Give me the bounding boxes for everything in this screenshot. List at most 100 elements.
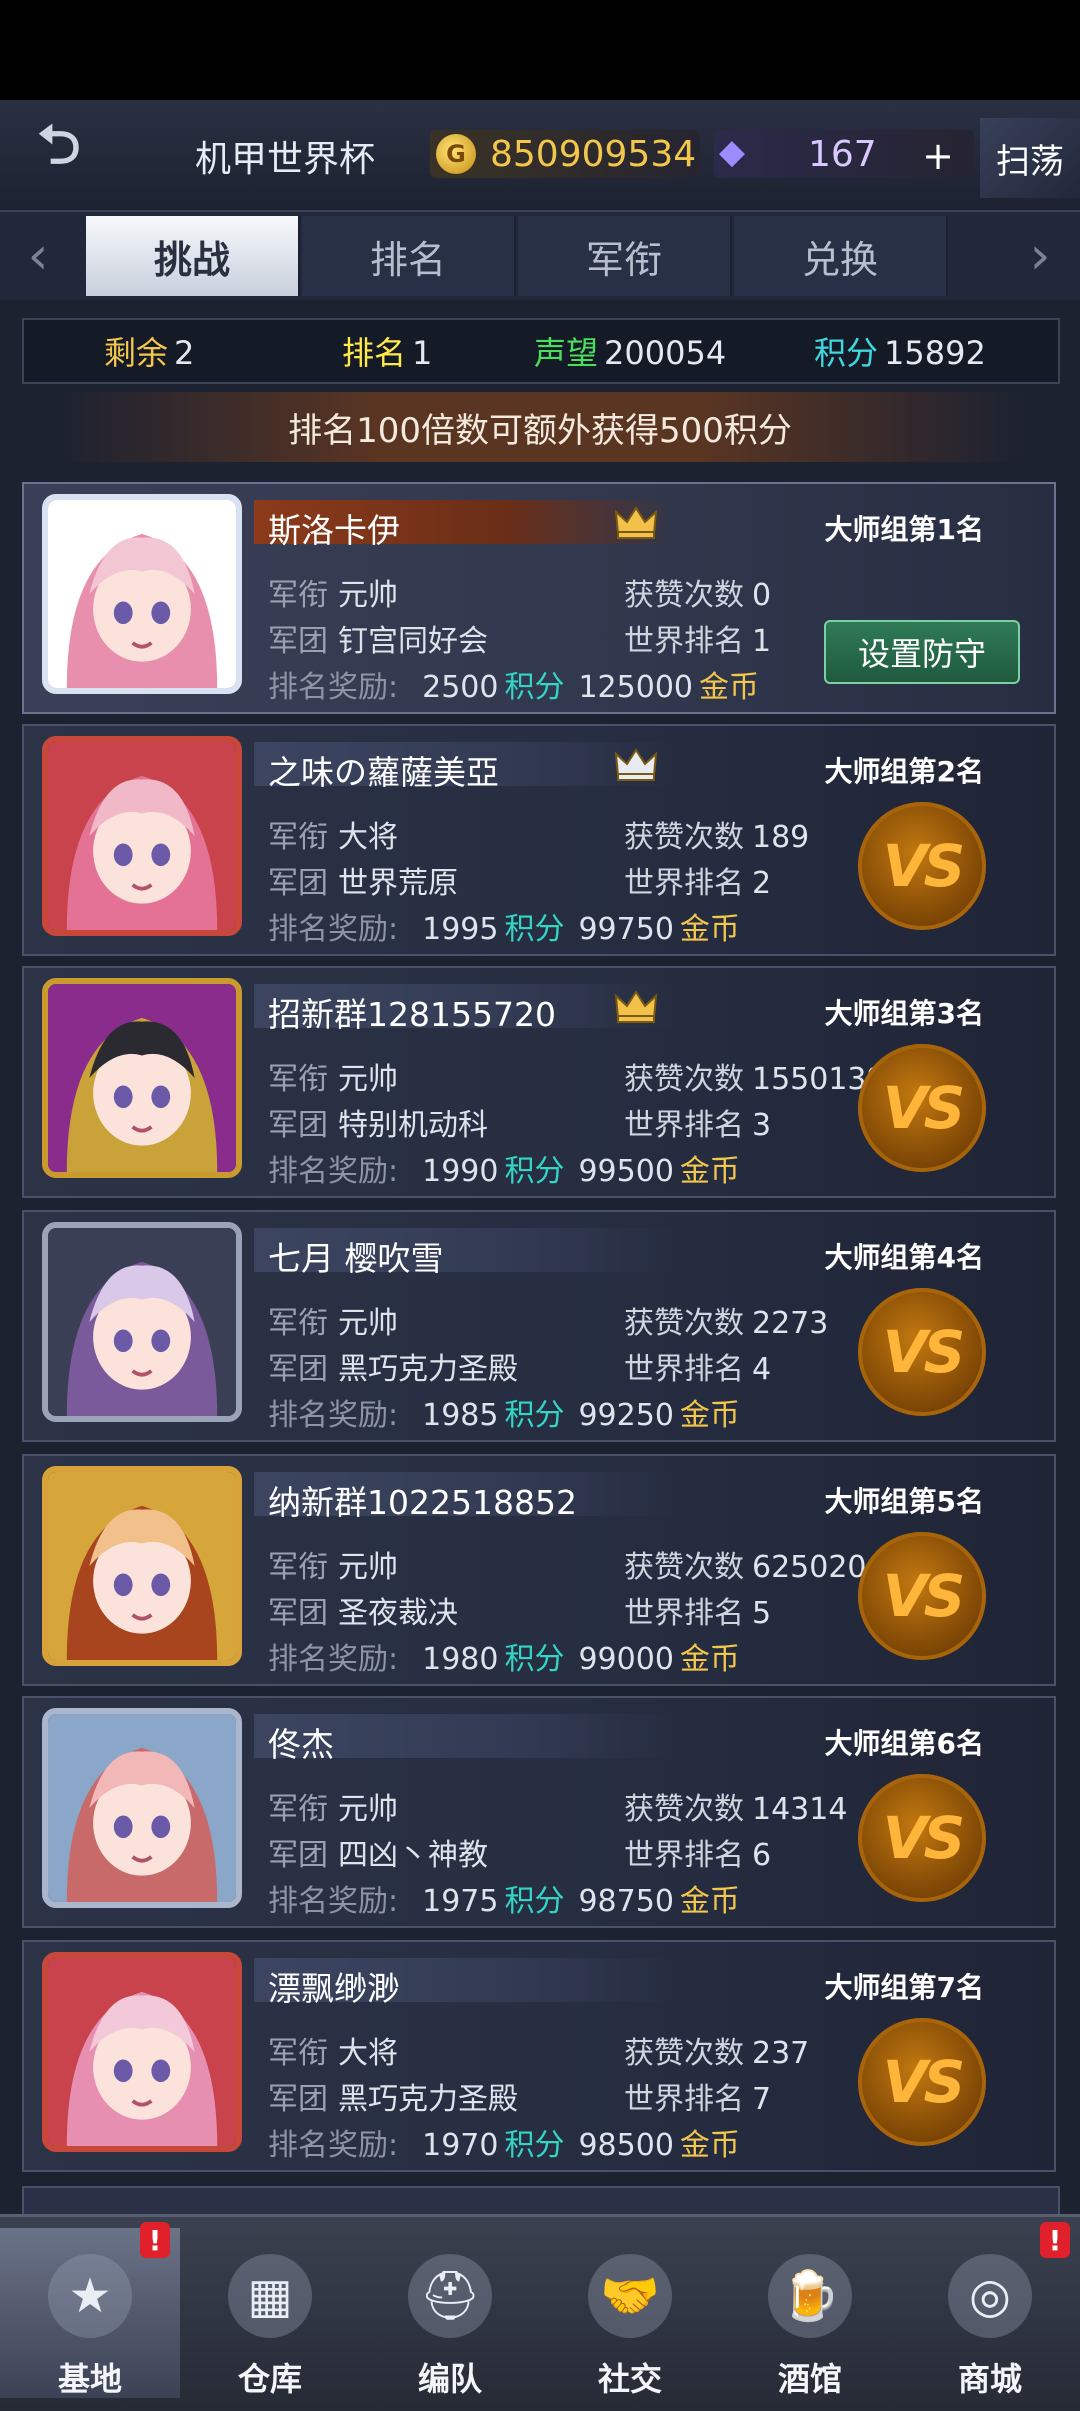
stat-remaining: 剩余 2 bbox=[104, 334, 195, 372]
nav-item-formation[interactable]: ⛑ 编队 bbox=[360, 2228, 540, 2398]
tab-challenge[interactable]: 挑战 bbox=[86, 216, 300, 296]
likes-row: 获赞次数 0 bbox=[624, 578, 772, 613]
svg-text:⛑: ⛑ bbox=[420, 2268, 481, 2324]
legion-row: 军团 世界荒原 bbox=[268, 866, 458, 901]
legion-row: 军团 钉宫同好会 bbox=[268, 624, 488, 659]
opponent-card[interactable]: 漂飘缈渺 大师组第7名 军衔 大将 军团 黑巧克力圣殿 获赞次数 237 世界排名 7 … bbox=[22, 1940, 1056, 2172]
military-rank-row: 军衔 大将 bbox=[268, 820, 398, 855]
rank-reward-row: 排名奖励: 1975 积分 98750 金币 bbox=[268, 1884, 740, 1919]
likes-row: 获赞次数 237 bbox=[624, 2036, 810, 2071]
player-avatar[interactable] bbox=[42, 1952, 242, 2152]
gem-amount: 167 bbox=[808, 134, 877, 175]
tavern-icon: 🍺 bbox=[760, 2246, 860, 2346]
stat-points: 积分 15892 bbox=[814, 334, 986, 372]
vs-challenge-button[interactable]: VS bbox=[858, 802, 986, 930]
list-item-partial bbox=[22, 2186, 1060, 2216]
world-rank-row: 世界排名 1 bbox=[624, 624, 772, 659]
rank-reward-row: 排名奖励: 1970 积分 98500 金币 bbox=[268, 2128, 740, 2163]
status-bar-area bbox=[0, 0, 1080, 100]
rank-reward-row: 排名奖励: 1990 积分 99500 金币 bbox=[268, 1154, 740, 1189]
opponent-card[interactable]: 纳新群1022518852 大师组第5名 军衔 元帅 军团 圣夜裁决 获赞次数 625… bbox=[22, 1454, 1056, 1686]
player-avatar[interactable] bbox=[42, 1222, 242, 1422]
add-gems-button[interactable]: + bbox=[916, 134, 960, 178]
svg-text:🍺: 🍺 bbox=[780, 2267, 840, 2324]
legion-row: 军团 黑巧克力圣殿 bbox=[268, 1352, 518, 1387]
opponent-card[interactable]: 之味の蘿薩美亞 大师组第2名 军衔 大将 军团 世界荒原 获赞次数 189 世界排名 2… bbox=[22, 724, 1056, 956]
base-icon: ★ bbox=[40, 2246, 140, 2346]
group-rank: 大师组第6名 bbox=[824, 1727, 984, 1760]
player-avatar[interactable] bbox=[42, 1708, 242, 1908]
vs-challenge-button[interactable]: VS bbox=[858, 2018, 986, 2146]
vs-challenge-button[interactable]: VS bbox=[858, 1044, 986, 1172]
world-rank-row: 世界排名 5 bbox=[624, 1596, 772, 1631]
opponent-card[interactable]: 七月 樱吹雪 大师组第4名 军衔 元帅 军团 黑巧克力圣殿 获赞次数 2273 世界排… bbox=[22, 1210, 1056, 1442]
tab-ranking[interactable]: 排名 bbox=[302, 216, 516, 296]
nav-item-base[interactable]: ★ 基地 ! bbox=[0, 2222, 180, 2398]
notification-badge: ! bbox=[140, 2222, 170, 2258]
crown-icon bbox=[614, 988, 658, 1024]
svg-text:▦: ▦ bbox=[247, 2268, 292, 2324]
stat-rank: 排名 1 bbox=[342, 334, 433, 372]
header-bar: ⮌ 机甲世界杯 G 850909534 ◆ 167 + 扫荡 bbox=[0, 100, 1080, 212]
stat-prestige: 声望 200054 bbox=[534, 334, 727, 372]
tab-prev-button[interactable]: ‹ bbox=[8, 212, 68, 300]
warehouse-icon: ▦ bbox=[220, 2246, 320, 2346]
player-name: 漂飘缈渺 bbox=[268, 1969, 400, 2008]
svg-text:◎: ◎ bbox=[969, 2268, 1011, 2324]
vs-challenge-button[interactable]: VS bbox=[858, 1288, 986, 1416]
nav-label: 编队 bbox=[417, 2360, 482, 2398]
world-rank-row: 世界排名 2 bbox=[624, 866, 772, 901]
coin-amount: 850909534 bbox=[490, 134, 697, 175]
back-button[interactable]: ⮌ bbox=[14, 113, 104, 182]
crown-icon bbox=[614, 746, 658, 782]
vs-challenge-button[interactable]: VS bbox=[858, 1774, 986, 1902]
group-rank: 大师组第4名 bbox=[824, 1241, 984, 1274]
legion-row: 军团 黑巧克力圣殿 bbox=[268, 2082, 518, 2117]
coin-icon: G bbox=[436, 134, 476, 174]
player-name: 招新群128155720 bbox=[268, 995, 556, 1034]
tab-next-button[interactable]: › bbox=[1010, 212, 1070, 300]
nav-label: 商城 bbox=[957, 2360, 1022, 2398]
player-avatar[interactable] bbox=[42, 494, 242, 694]
likes-row: 获赞次数 14314 bbox=[624, 1792, 848, 1827]
opponent-card[interactable]: 佟杰 大师组第6名 军衔 元帅 军团 四凶丶神教 获赞次数 14314 世界排名 6 排… bbox=[22, 1696, 1056, 1928]
player-avatar[interactable] bbox=[42, 1466, 242, 1666]
crown-icon bbox=[614, 504, 658, 540]
tab-military-rank[interactable]: 军衔 bbox=[518, 216, 732, 296]
sweep-button[interactable]: 扫荡 bbox=[980, 118, 1080, 198]
handshake-icon: 🤝 bbox=[580, 2246, 680, 2346]
military-rank-row: 军衔 元帅 bbox=[268, 1792, 398, 1827]
group-rank: 大师组第7名 bbox=[824, 1971, 984, 2004]
likes-row: 获赞次数 2273 bbox=[624, 1306, 829, 1341]
player-avatar[interactable] bbox=[42, 978, 242, 1178]
likes-row: 获赞次数 625020 bbox=[624, 1550, 867, 1585]
rank-reward-row: 排名奖励: 2500 积分 125000 金币 bbox=[268, 670, 759, 705]
nav-item-tavern[interactable]: 🍺 酒馆 bbox=[720, 2228, 900, 2398]
opponent-card[interactable]: 招新群128155720 大师组第3名 军衔 元帅 军团 特别机动科 获赞次数 155… bbox=[22, 966, 1056, 1198]
nav-item-handshake[interactable]: 🤝 社交 bbox=[540, 2228, 720, 2398]
nav-label: 基地 bbox=[57, 2360, 122, 2398]
svg-text:🤝: 🤝 bbox=[600, 2268, 660, 2324]
nav-item-warehouse[interactable]: ▦ 仓库 bbox=[180, 2228, 360, 2398]
legion-row: 军团 圣夜裁决 bbox=[268, 1596, 458, 1631]
military-rank-row: 军衔 元帅 bbox=[268, 1550, 398, 1585]
set-defense-button[interactable]: 设置防守 bbox=[824, 620, 1020, 684]
player-avatar[interactable] bbox=[42, 736, 242, 936]
page-title: 机甲世界杯 bbox=[195, 139, 376, 180]
vs-challenge-button[interactable]: VS bbox=[858, 1532, 986, 1660]
tab-exchange[interactable]: 兑换 bbox=[734, 216, 948, 296]
gem-icon: ◆ bbox=[718, 132, 746, 172]
rank-reward-row: 排名奖励: 1995 积分 99750 金币 bbox=[268, 912, 740, 947]
military-rank-row: 军衔 大将 bbox=[268, 2036, 398, 2071]
likes-row: 获赞次数 189 bbox=[624, 820, 810, 855]
nav-label: 社交 bbox=[597, 2360, 662, 2398]
nav-item-shop[interactable]: ◎ 商城 ! bbox=[900, 2222, 1080, 2398]
opponent-card: 斯洛卡伊 大师组第1名 军衔 元帅 军团 钉宫同好会 获赞次数 0 世界排名 1 排名奖… bbox=[22, 482, 1056, 714]
world-rank-row: 世界排名 4 bbox=[624, 1352, 772, 1387]
world-rank-row: 世界排名 6 bbox=[624, 1838, 772, 1873]
player-name: 斯洛卡伊 bbox=[268, 511, 400, 550]
military-rank-row: 军衔 元帅 bbox=[268, 1062, 398, 1097]
group-rank: 大师组第1名 bbox=[824, 513, 984, 546]
player-name: 之味の蘿薩美亞 bbox=[268, 753, 499, 792]
chevron-left-icon: ‹ bbox=[27, 226, 49, 286]
